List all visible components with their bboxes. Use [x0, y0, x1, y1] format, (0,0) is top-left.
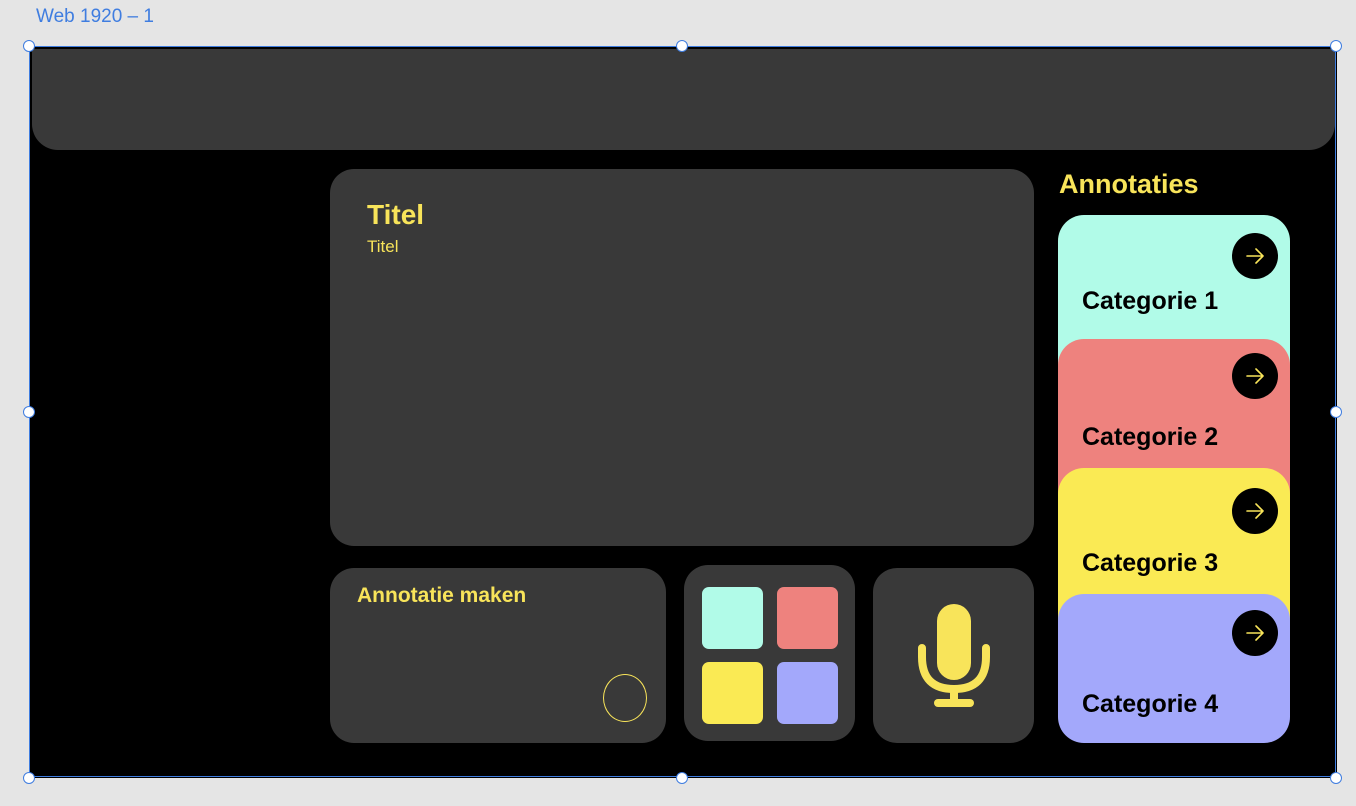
- arrow-right-icon[interactable]: [1232, 610, 1278, 656]
- color-swatch-red[interactable]: [777, 587, 838, 649]
- color-picker-card: [684, 565, 855, 741]
- create-annotation-label: Annotatie maken: [357, 584, 527, 607]
- resize-handle-bottom-right[interactable]: [1330, 772, 1342, 784]
- resize-handle-right[interactable]: [1330, 406, 1342, 418]
- resize-handle-top-right[interactable]: [1330, 40, 1342, 52]
- page-title: Titel: [367, 199, 425, 230]
- main-content-card: Titel Titel: [330, 169, 1034, 546]
- arrow-right-icon[interactable]: [1232, 233, 1278, 279]
- annotations-heading: Annotaties: [1059, 169, 1199, 199]
- resize-handle-left[interactable]: [23, 406, 35, 418]
- color-swatch-mint[interactable]: [702, 587, 763, 649]
- resize-handle-top-left[interactable]: [23, 40, 35, 52]
- microphone-icon: [918, 604, 990, 707]
- resize-handle-bottom-left[interactable]: [23, 772, 35, 784]
- color-swatch-yellow[interactable]: [702, 662, 763, 724]
- page-subtitle: Titel: [367, 237, 399, 256]
- color-swatch-purple[interactable]: [777, 662, 838, 724]
- create-annotation-card[interactable]: Annotatie maken: [330, 568, 666, 743]
- category-label: Categorie 3: [1082, 549, 1219, 577]
- artboard-title[interactable]: Web 1920 – 1: [36, 6, 154, 28]
- category-label: Categorie 1: [1082, 287, 1219, 315]
- category-card-4[interactable]: Categorie 4: [1058, 594, 1290, 743]
- arrow-right-icon[interactable]: [1232, 353, 1278, 399]
- resize-handle-bottom[interactable]: [676, 772, 688, 784]
- record-circle-button[interactable]: [603, 674, 647, 722]
- category-label: Categorie 4: [1082, 690, 1219, 718]
- top-bar: [32, 49, 1335, 150]
- category-label: Categorie 2: [1082, 423, 1219, 451]
- microphone-card[interactable]: [873, 568, 1034, 743]
- arrow-right-icon[interactable]: [1232, 488, 1278, 534]
- artboard: Titel Titel Annotatie maken Annotaties C…: [30, 47, 1337, 778]
- resize-handle-top[interactable]: [676, 40, 688, 52]
